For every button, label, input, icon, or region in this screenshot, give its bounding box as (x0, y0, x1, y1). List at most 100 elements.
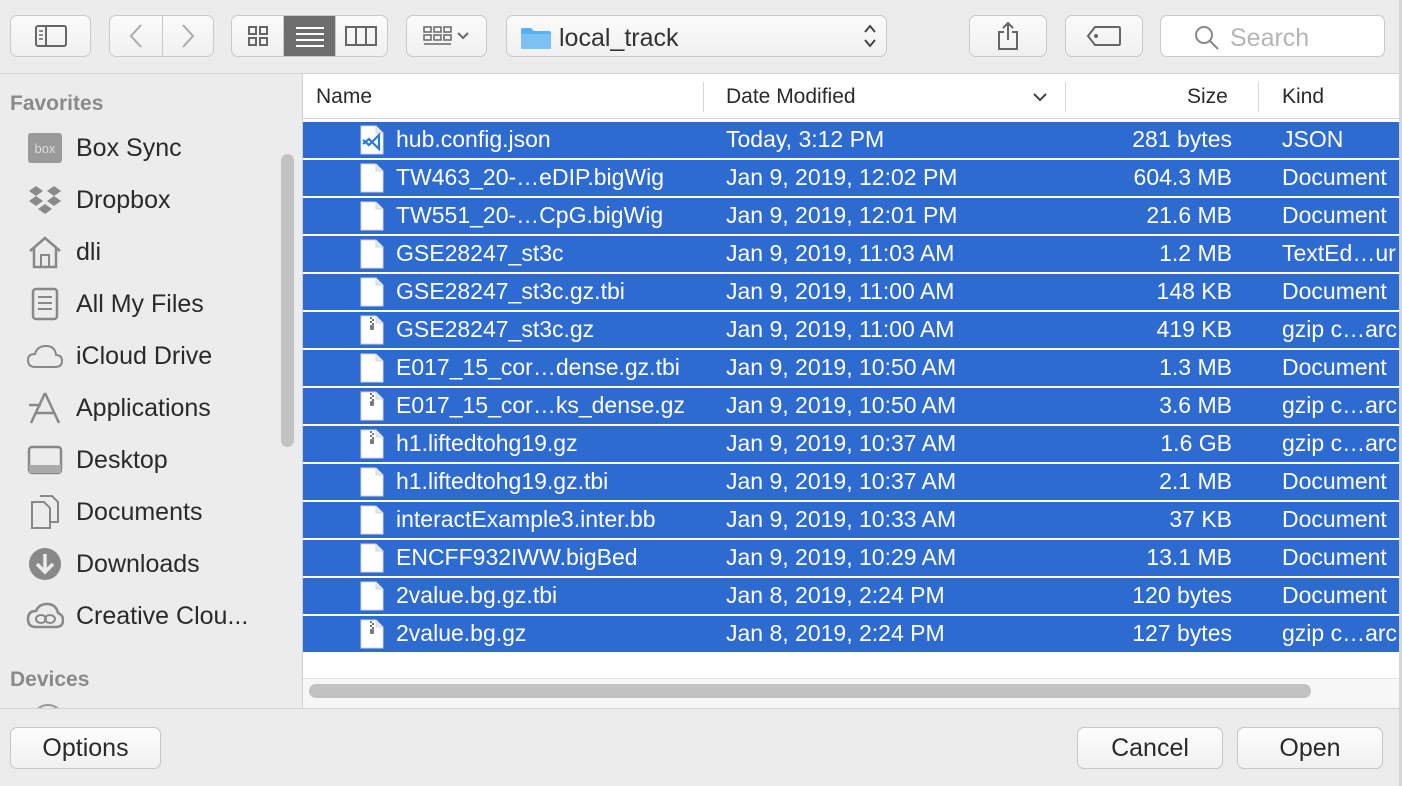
sidebar-item-box-sync[interactable]: box Box Sync (26, 126, 182, 170)
file-row[interactable]: h1.liftedtohg19.gz Jan 9, 2019, 10:37 AM 1… (303, 426, 1402, 462)
tag-button[interactable] (1065, 15, 1143, 57)
file-row[interactable]: h1.liftedtohg19.gz.tbi Jan 9, 2019, 10:37… (303, 464, 1402, 500)
file-size: 2.1 MB (1159, 468, 1232, 494)
sidebar-item-dropbox[interactable]: Dropbox (26, 178, 171, 222)
document-icon (359, 277, 385, 313)
horizontal-scrollbar[interactable] (309, 684, 1311, 698)
arrange-button[interactable] (406, 15, 487, 57)
zip-file-icon (359, 429, 385, 465)
file-name: GSE28247_st3c (396, 240, 564, 266)
share-button[interactable] (969, 15, 1047, 57)
location-popup[interactable]: local_track (506, 15, 887, 57)
file-row[interactable]: interactExample3.inter.bb Jan 9, 2019, 10… (303, 502, 1402, 538)
folder-icon (521, 28, 551, 49)
file-kind: Document (1282, 582, 1387, 608)
file-size: 120 bytes (1132, 582, 1232, 608)
sidebar-item-label: Downloads (76, 549, 200, 578)
chevron-down-icon (456, 32, 469, 40)
document-icon (359, 543, 385, 579)
column-header-name[interactable]: Name (316, 85, 372, 109)
document-icon (359, 467, 385, 503)
file-size: 37 KB (1169, 506, 1232, 532)
options-button[interactable]: Options (10, 727, 161, 769)
file-row[interactable]: 2value.bg.gz.tbi Jan 8, 2019, 2:24 PM 120 … (303, 578, 1402, 614)
file-kind: Document (1282, 202, 1387, 228)
forward-button[interactable] (161, 16, 214, 56)
column-header-date-modified[interactable]: Date Modified (726, 85, 856, 109)
file-date-modified: Jan 9, 2019, 11:00 AM (726, 316, 955, 342)
column-separator (703, 82, 704, 112)
column-header-size[interactable]: Size (1187, 85, 1228, 109)
file-kind: gzip c…arc (1282, 392, 1398, 418)
file-row[interactable]: GSE28247_st3c Jan 9, 2019, 11:03 AM 1.2 MB… (303, 236, 1402, 272)
file-name: GSE28247_st3c.gz.tbi (396, 278, 625, 304)
file-name: h1.liftedtohg19.gz.tbi (396, 468, 609, 494)
sidebar-item-desktop[interactable]: Desktop (26, 438, 168, 482)
file-name: hub.config.json (396, 126, 551, 152)
grid-icon (247, 26, 268, 46)
sidebar-item-creative-cloud[interactable]: Creative Clou... (26, 594, 248, 638)
sidebar-item-icloud-drive[interactable]: iCloud Drive (26, 334, 212, 378)
file-date-modified: Jan 9, 2019, 11:00 AM (726, 278, 955, 304)
cancel-button[interactable]: Cancel (1077, 727, 1223, 769)
file-row[interactable]: 2value.bg.gz Jan 8, 2019, 2:24 PM 127 byte… (303, 616, 1402, 652)
column-header-kind[interactable]: Kind (1282, 85, 1324, 109)
file-list: Name Date Modified Size Kind hub.config.… (303, 74, 1402, 708)
chevron-right-icon (182, 24, 195, 48)
sidebar-item-all-my-files[interactable]: All My Files (26, 282, 204, 326)
svg-text:box: box (35, 141, 56, 156)
file-row[interactable]: E017_15_cor…ks_dense.gz Jan 9, 2019, 10:5… (303, 388, 1402, 424)
location-label: local_track (559, 24, 679, 52)
sidebar-icon (34, 25, 67, 47)
navigation-segment (109, 15, 214, 57)
file-date-modified: Jan 9, 2019, 10:33 AM (726, 506, 957, 532)
column-separator (1258, 82, 1259, 112)
icon-view-button[interactable] (232, 16, 283, 56)
file-row[interactable]: GSE28247_st3c.gz.tbi Jan 9, 2019, 11:00 A… (303, 274, 1402, 310)
column-view-button[interactable] (334, 16, 387, 56)
sort-chevron-down-icon[interactable] (1032, 91, 1048, 103)
file-name: 2value.bg.gz.tbi (396, 582, 558, 608)
share-icon (998, 21, 1018, 50)
file-size: 127 bytes (1132, 620, 1232, 646)
sidebar-item-downloads[interactable]: Downloads (26, 542, 200, 586)
zip-file-icon (359, 619, 385, 655)
file-row[interactable]: hub.config.json Today, 3:12 PM 281 bytes JS… (303, 122, 1402, 158)
file-kind: gzip c…arc (1282, 316, 1398, 342)
sidebar-item-label: dli (76, 237, 102, 266)
zip-file-icon (359, 315, 385, 351)
cloud-icon (26, 337, 64, 375)
sidebar-item-label: iCloud Drive (76, 341, 213, 370)
file-kind: Document (1282, 506, 1387, 532)
document-icon (359, 239, 385, 275)
sidebar-item-applications[interactable]: Applications (26, 386, 211, 430)
file-row[interactable]: ENCFF932IWW.bigBed Jan 9, 2019, 10:29 AM 1… (303, 540, 1402, 576)
file-date-modified: Jan 9, 2019, 10:37 AM (726, 430, 957, 456)
sidebar-scrollbar[interactable] (281, 154, 294, 447)
updown-chevron-icon (862, 22, 878, 52)
sidebar-item-documents[interactable]: Documents (26, 490, 202, 534)
file-name: interactExample3.inter.bb (396, 506, 656, 532)
file-row[interactable]: GSE28247_st3c.gz Jan 9, 2019, 11:00 AM 419… (303, 312, 1402, 348)
search-field[interactable]: Search (1160, 15, 1385, 57)
document-icon (359, 201, 385, 237)
zip-file-icon (359, 391, 385, 427)
sidebar-item-dli[interactable]: dli (26, 230, 101, 274)
file-kind: JSON (1282, 126, 1344, 152)
file-row[interactable]: E017_15_cor…dense.gz.tbi Jan 9, 2019, 10:… (303, 350, 1402, 386)
list-view-button[interactable] (283, 16, 335, 56)
open-button[interactable]: Open (1237, 727, 1383, 769)
chevron-left-icon (129, 24, 142, 48)
file-kind: Document (1282, 468, 1387, 494)
document-icon (359, 163, 385, 199)
file-date-modified: Today, 3:12 PM (726, 126, 885, 152)
back-button[interactable] (110, 16, 162, 56)
file-row[interactable]: TW551_20-…CpG.bigWig Jan 9, 2019, 12:01 P… (303, 198, 1402, 234)
list-icon (295, 27, 324, 47)
file-date-modified: Jan 9, 2019, 12:02 PM (726, 164, 958, 190)
sidebar-toggle-button[interactable] (10, 15, 91, 57)
document-icon (359, 353, 385, 389)
file-kind: Document (1282, 278, 1387, 304)
documents-icon (26, 493, 64, 531)
file-row[interactable]: TW463_20-…eDIP.bigWig Jan 9, 2019, 12:02 … (303, 160, 1402, 196)
